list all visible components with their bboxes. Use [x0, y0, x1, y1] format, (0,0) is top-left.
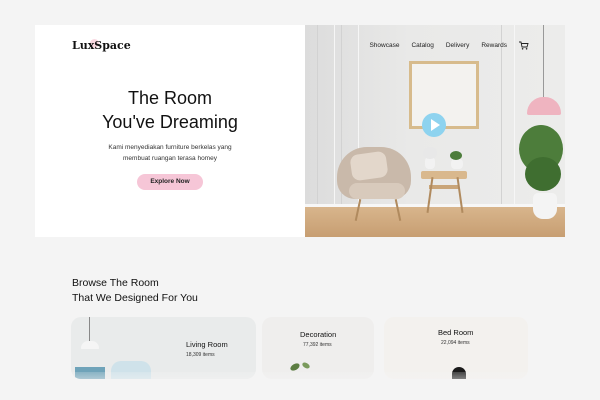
nav-rewards[interactable]: Rewards — [481, 42, 507, 49]
brand-logo-text: LuxSpace — [72, 39, 131, 52]
side-table — [421, 171, 467, 179]
main-nav: Showcase Catalog Delivery Rewards — [369, 41, 529, 50]
wall-panel — [317, 25, 335, 205]
browse-heading: Browse The Room That We Designed For You — [72, 276, 312, 306]
small-plant — [450, 151, 462, 160]
category-count: 18,309 items — [186, 352, 215, 358]
flowers — [423, 147, 437, 159]
category-card-decoration[interactable]: Decoration 77,392 items — [262, 317, 374, 379]
category-count: 22,094 items — [441, 340, 470, 346]
pendant-lamp — [527, 97, 561, 115]
lamp-shade — [81, 341, 99, 349]
hero-subtitle-line-1: Kami menyediakan furniture berkelas yang — [108, 144, 232, 151]
hero-card: LuxSpace The Room You've Dreaming Kami m… — [35, 25, 565, 237]
plant-pot — [533, 193, 557, 219]
browse-heading-line-2: That We Designed For You — [72, 292, 198, 304]
cart-icon[interactable] — [519, 41, 529, 50]
armchair-cushion — [349, 150, 389, 182]
wall-panel — [501, 25, 515, 205]
category-name: Living Room — [186, 340, 228, 349]
hero-title-line-1: The Room — [127, 88, 213, 108]
category-card-bed-room[interactable]: Bed Room 22,094 items — [384, 317, 528, 379]
bottom-fade — [0, 372, 600, 400]
wood-floor — [305, 207, 565, 237]
category-name: Decoration — [300, 330, 337, 339]
brand-logo[interactable]: LuxSpace — [72, 39, 131, 52]
lamp-cord — [89, 317, 90, 343]
explore-now-button[interactable]: Explore Now — [137, 174, 203, 190]
nav-delivery[interactable]: Delivery — [446, 42, 469, 49]
potted-plant-leaves — [525, 157, 561, 191]
side-table-shelf — [429, 185, 459, 189]
hero-subtitle-line-2: membuat ruangan terasa homey — [123, 155, 217, 162]
hero-title-line-2: You've Dreaming — [102, 112, 238, 132]
category-count: 77,392 items — [303, 342, 332, 348]
armchair-seat — [349, 183, 405, 199]
lamp-cord — [543, 25, 544, 97]
nav-showcase[interactable]: Showcase — [369, 42, 399, 49]
hero-title: The Room You've Dreaming — [35, 86, 305, 134]
hero-left-panel: LuxSpace The Room You've Dreaming Kami m… — [35, 25, 305, 237]
hero-image: Showcase Catalog Delivery Rewards — [305, 25, 565, 237]
hero-subtitle: Kami menyediakan furniture berkelas yang… — [95, 142, 245, 164]
small-pot — [451, 159, 463, 169]
plant-leaf — [301, 361, 311, 370]
nav-catalog[interactable]: Catalog — [411, 42, 433, 49]
play-icon[interactable] — [422, 113, 446, 137]
browse-heading-line-1: Browse The Room — [72, 277, 159, 289]
category-name: Bed Room — [438, 328, 474, 337]
plant-leaf — [289, 361, 301, 373]
category-card-living-room[interactable]: Living Room 18,309 items — [71, 317, 256, 379]
